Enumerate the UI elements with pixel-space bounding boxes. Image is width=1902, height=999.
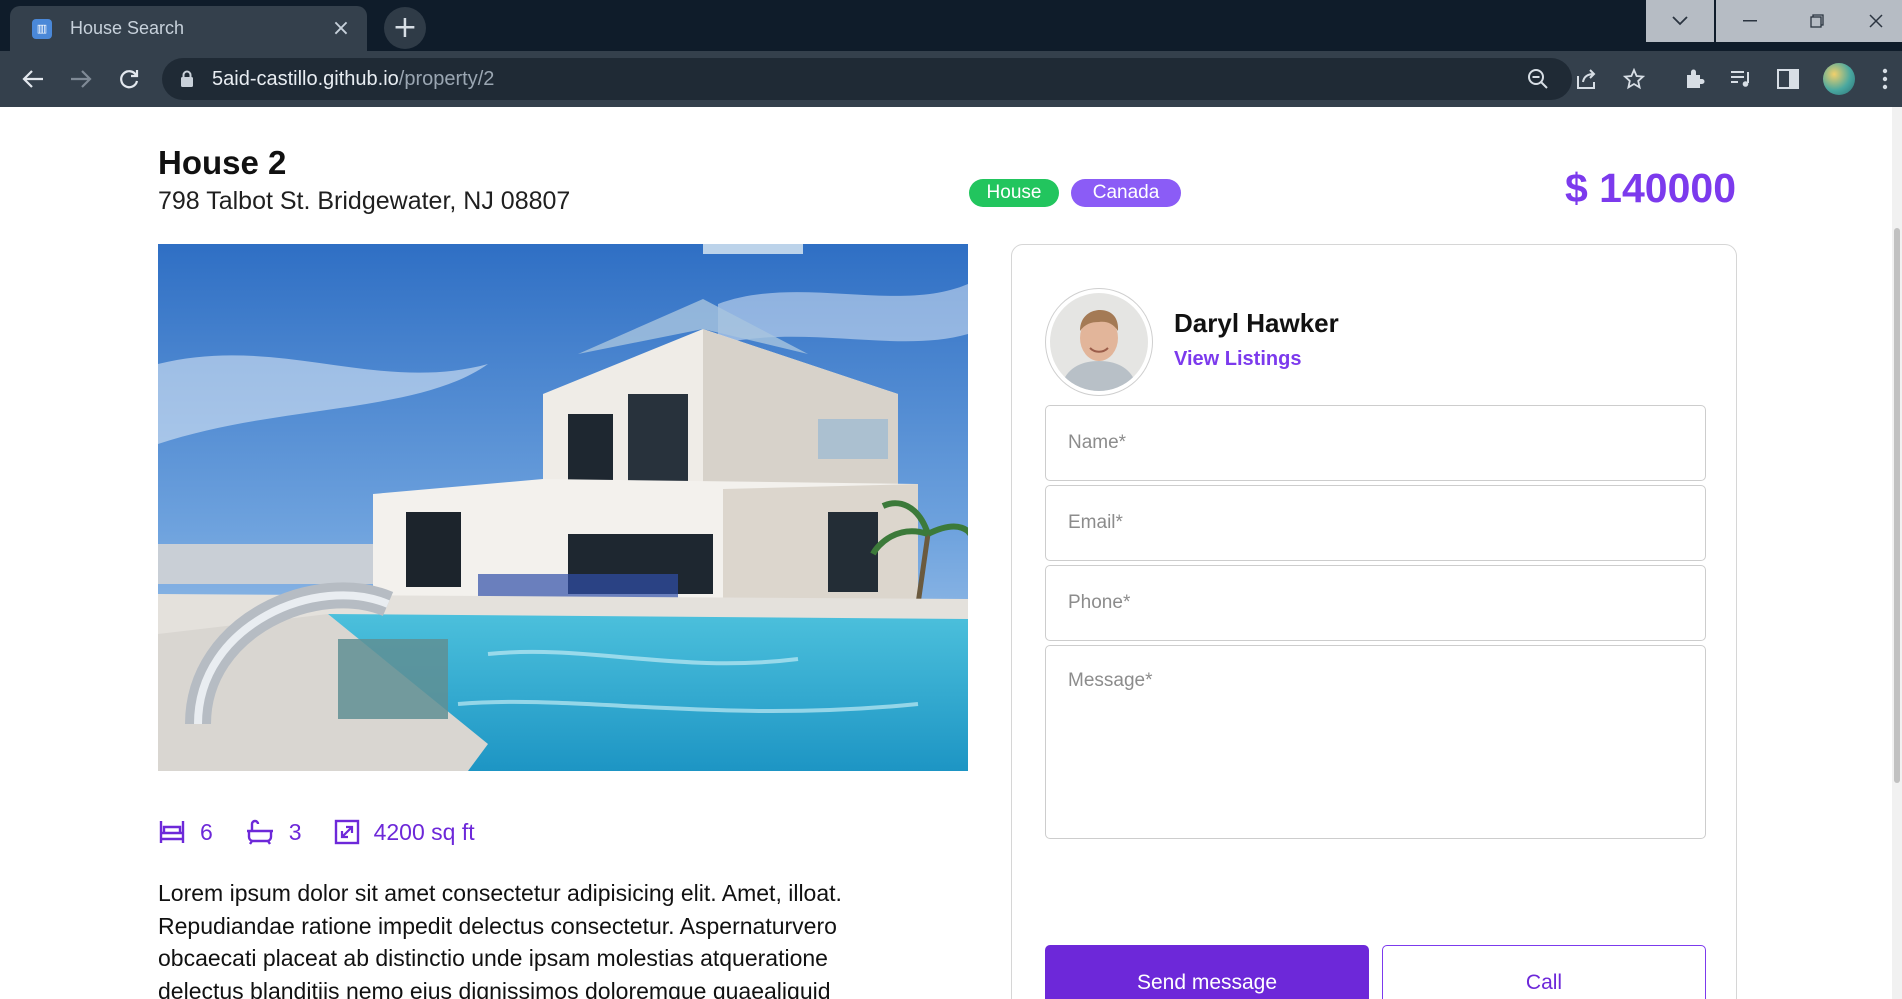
minimize-button[interactable] [1716,0,1784,42]
bedrooms-feature: 6 [158,819,213,846]
property-address: 798 Talbot St. Bridgewater, NJ 08807 [158,187,571,215]
bathrooms-feature: 3 [245,819,302,846]
share-icon[interactable] [1574,67,1598,91]
profile-avatar[interactable] [1823,63,1855,95]
tag-type: House [969,179,1059,207]
property-title: House 2 [158,144,287,181]
lock-icon [181,70,193,87]
tag-country: Canada [1071,179,1181,207]
restore-icon [1810,14,1824,28]
zoom-icon[interactable] [1526,67,1550,91]
reload-button[interactable] [114,64,144,94]
browser-tab[interactable]: ▥ House Search × [10,6,367,51]
property-price: $ 140000 [1564,165,1736,211]
url-domain: 5aid-castillo.github.io [212,68,399,90]
scrollbar-thumb[interactable] [1894,228,1900,783]
tab-search-button[interactable] [1646,0,1714,42]
forward-button[interactable] [66,64,96,94]
bed-icon [159,821,185,843]
name-field[interactable] [1045,405,1706,481]
property-photo [158,244,968,771]
close-icon [1869,14,1883,28]
agent-name: Daryl Hawker [1174,308,1339,338]
forward-arrow-icon [71,70,92,88]
send-message-button[interactable]: Send message [1045,945,1369,999]
menu-dots-icon[interactable] [1870,64,1900,94]
bathrooms-count: 3 [288,818,302,845]
call-button[interactable]: Call [1382,945,1706,999]
area-feature: 4200 sq ft [334,819,475,846]
bedrooms-count: 6 [200,818,213,845]
url-path: /property/2 [398,68,495,90]
back-button[interactable] [18,64,48,94]
reload-icon [120,70,139,89]
browser-tab-bar: ▥ House Search × + [0,0,1902,51]
tab-title: House Search [70,18,185,38]
favicon-icon: ▥ [32,18,52,39]
address-bar[interactable]: 5aid-castillo.github.io/property/2 [162,58,1645,100]
star-icon[interactable] [1622,67,1646,91]
media-control-icon[interactable] [1726,64,1756,94]
property-description: Lorem ipsum dolor sit amet consectetur a… [158,880,842,999]
side-panel-icon[interactable] [1773,64,1803,94]
url-text: 5aid-castillo.github.io/property/2 [212,68,494,91]
phone-field[interactable] [1045,565,1706,641]
extensions-icon[interactable] [1679,64,1709,94]
email-field[interactable] [1045,485,1706,561]
back-arrow-icon [22,70,43,88]
property-page: House 2 798 Talbot St. Bridgewater, NJ 0… [0,107,1892,999]
bathtub-icon [246,819,273,845]
area-icon [334,819,359,845]
close-window-button[interactable] [1850,0,1902,42]
new-tab-button[interactable]: + [384,7,426,49]
browser-toolbar: 5aid-castillo.github.io/property/2 [0,51,1902,107]
restore-button[interactable] [1783,0,1851,42]
tab-close-icon[interactable]: × [329,16,353,41]
property-features: 6 3 4200 sq ft [158,812,507,852]
message-field[interactable] [1045,645,1706,839]
agent-contact-card: Daryl Hawker View Listings Send message … [1011,244,1737,999]
agent-avatar [1045,288,1153,396]
view-listings-link[interactable]: View Listings [1174,348,1301,371]
area-value: 4200 sq ft [373,818,475,845]
chevron-down-icon [1672,16,1688,26]
minimize-icon [1743,20,1757,22]
